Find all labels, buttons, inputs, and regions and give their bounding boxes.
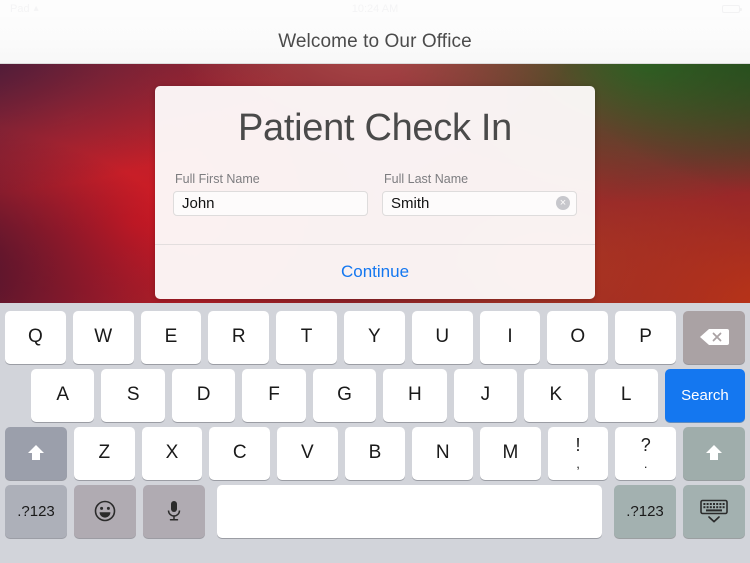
- key-e[interactable]: E: [140, 310, 202, 364]
- key-u[interactable]: U: [411, 310, 473, 364]
- keyboard-row-1: Q W E R T Y U I O P: [0, 308, 750, 366]
- key-z[interactable]: Z: [74, 426, 135, 480]
- key-v[interactable]: V: [277, 426, 338, 480]
- key-q[interactable]: Q: [5, 310, 66, 364]
- app-root: Welcome to Our Office Pad ▴ 10:24 AM Pat…: [0, 0, 750, 563]
- backspace-key[interactable]: [682, 310, 745, 364]
- key-m[interactable]: M: [480, 426, 541, 480]
- card-title: Patient Check In: [237, 107, 513, 149]
- key-j[interactable]: J: [453, 368, 518, 422]
- numeric-right-key[interactable]: .?123: [614, 484, 676, 538]
- first-name-input[interactable]: [173, 191, 368, 216]
- status-bar-right: [722, 4, 742, 13]
- key-exclamation-label: !: [575, 435, 581, 455]
- microphone-icon: [167, 501, 181, 521]
- battery-icon: [722, 4, 742, 13]
- key-p[interactable]: P: [615, 310, 676, 364]
- key-r[interactable]: R: [208, 310, 270, 364]
- key-question-label: ?: [640, 435, 651, 455]
- key-exclamation-comma[interactable]: ! ,: [547, 426, 609, 480]
- key-f[interactable]: F: [242, 368, 306, 422]
- emoji-icon: [94, 500, 116, 522]
- key-n[interactable]: N: [412, 426, 474, 480]
- clear-last-name-icon[interactable]: ×: [556, 196, 570, 210]
- status-bar-time: 10:24 AM: [351, 2, 399, 15]
- keyboard-row-4: .?123 .?123: [0, 482, 750, 540]
- continue-button[interactable]: Continue: [155, 245, 595, 299]
- key-l[interactable]: L: [594, 368, 658, 422]
- space-key[interactable]: [217, 484, 602, 538]
- key-c[interactable]: C: [209, 426, 271, 480]
- first-name-label: Full First Name: [175, 172, 260, 186]
- key-i[interactable]: I: [479, 310, 541, 364]
- shift-left-key[interactable]: [5, 426, 67, 480]
- shift-right-key[interactable]: [683, 426, 746, 480]
- last-name-field-group: Full Last Name ×: [382, 172, 577, 216]
- hide-keyboard-key[interactable]: [683, 484, 745, 538]
- key-w[interactable]: W: [72, 310, 134, 364]
- first-name-field-group: Full First Name: [173, 172, 368, 216]
- key-y[interactable]: Y: [343, 310, 405, 364]
- keyboard-row-2: A S D F G H J K L Search: [0, 366, 750, 424]
- dictation-key[interactable]: [143, 484, 205, 538]
- key-g[interactable]: G: [312, 368, 377, 422]
- shift-icon: [28, 445, 44, 460]
- key-a[interactable]: A: [31, 368, 95, 422]
- key-question-period[interactable]: ? .: [615, 426, 677, 480]
- key-s[interactable]: S: [101, 368, 165, 422]
- last-name-input[interactable]: [382, 191, 577, 216]
- status-bar: Pad ▴ 10:24 AM: [0, 0, 750, 17]
- key-x[interactable]: X: [141, 426, 203, 480]
- key-o[interactable]: O: [547, 310, 609, 364]
- key-period-label: .: [643, 456, 648, 471]
- page-title: Welcome to Our Office: [278, 31, 472, 52]
- key-b[interactable]: B: [344, 426, 406, 480]
- key-k[interactable]: K: [524, 368, 588, 422]
- patient-checkin-card: Patient Check In Full First Name Full La…: [155, 86, 595, 299]
- name-fields-row: Full First Name Full Last Name ×: [155, 172, 595, 216]
- key-d[interactable]: D: [171, 368, 236, 422]
- hide-keyboard-icon: [700, 499, 728, 523]
- shift-icon: [706, 445, 723, 460]
- key-h[interactable]: H: [383, 368, 447, 422]
- emoji-key[interactable]: [74, 484, 136, 538]
- key-comma-label: ,: [576, 456, 580, 471]
- search-key[interactable]: Search: [664, 368, 745, 422]
- keyboard-row-3: Z X C V B N M ! , ? .: [0, 424, 750, 482]
- key-t[interactable]: T: [276, 310, 337, 364]
- numeric-left-key[interactable]: .?123: [5, 484, 67, 538]
- onscreen-keyboard: Q W E R T Y U I O P A S D F G H J K L Se…: [0, 303, 750, 563]
- backspace-icon: [699, 329, 729, 345]
- last-name-label: Full Last Name: [384, 172, 469, 186]
